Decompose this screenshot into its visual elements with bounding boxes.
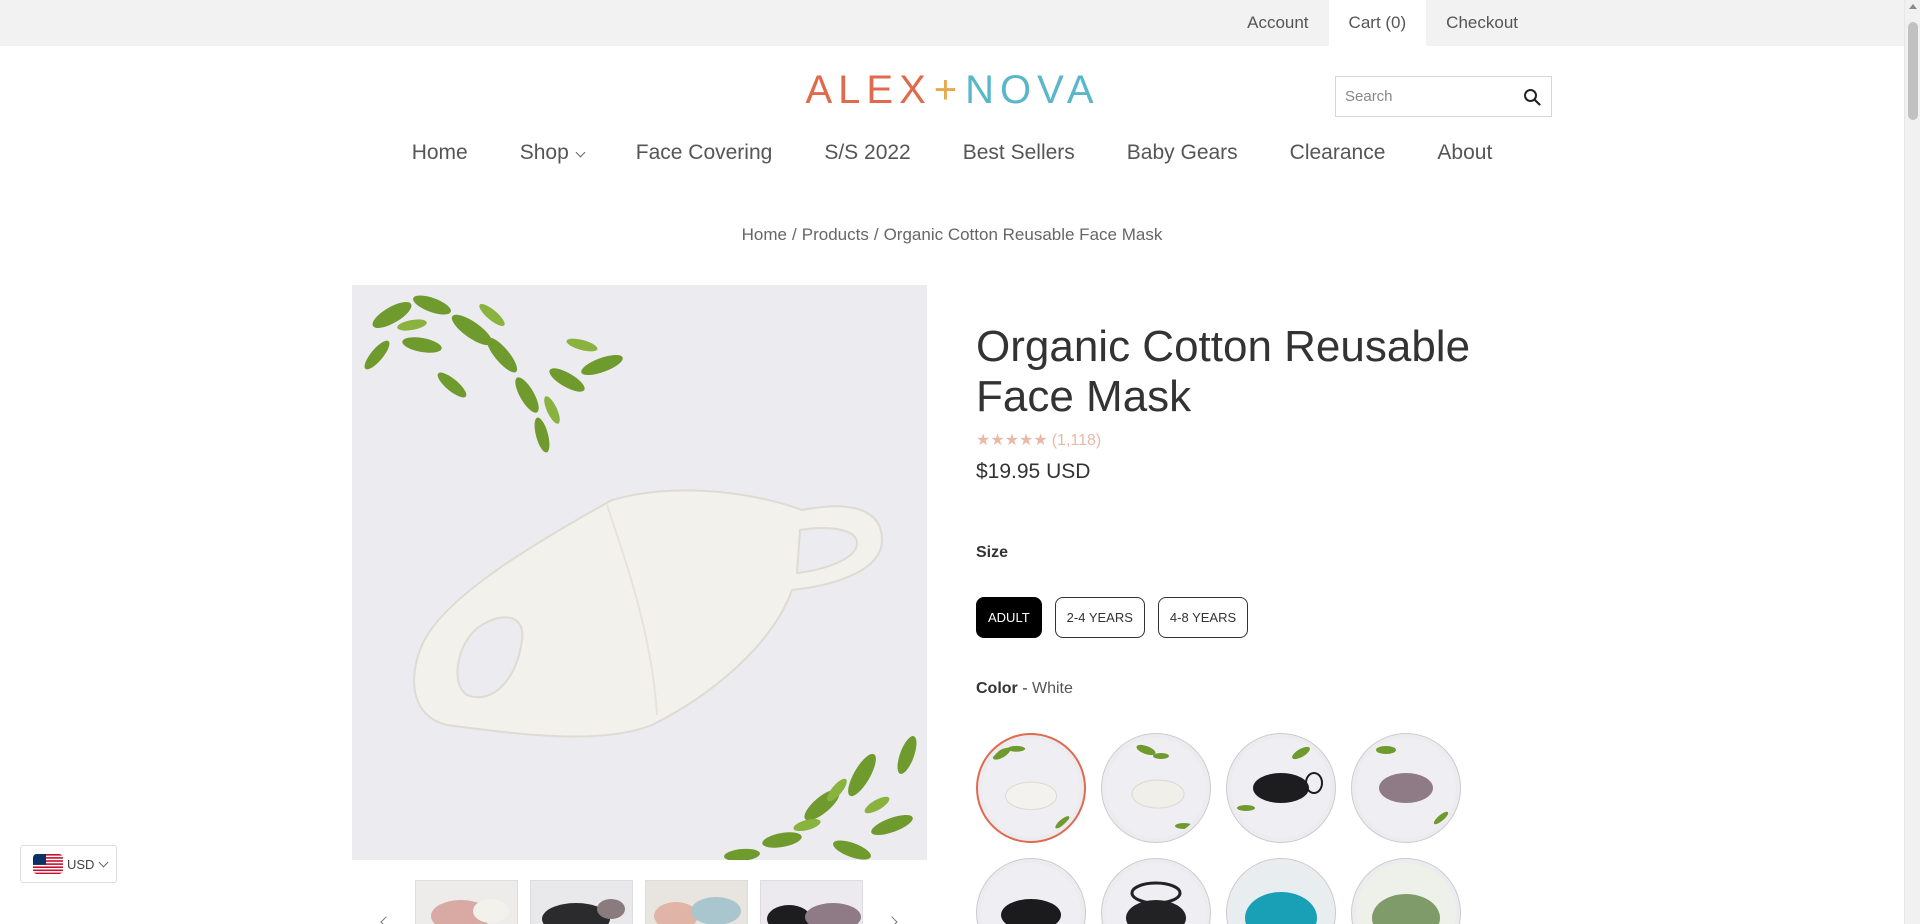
nav-item-face-covering[interactable]: Face Covering [610,138,799,168]
nav-label: Face Covering [635,141,773,164]
chevron-down-icon [99,857,109,867]
logo-text-nova: NOVA [965,67,1100,112]
swatch-green[interactable] [1351,858,1461,924]
chevron-down-icon [575,147,586,157]
swatch-mauve[interactable] [1351,733,1461,843]
search-icon[interactable] [1523,88,1541,106]
search-input[interactable] [1336,77,1516,116]
size-option-4-8-years[interactable]: 4-8 YEARS [1157,597,1249,638]
breadcrumb-products[interactable]: Products [802,225,869,244]
thumbnail-mixed[interactable] [645,880,748,924]
thumbnail-strip [370,880,910,924]
nav-item-best-sellers[interactable]: Best Sellers [937,138,1101,168]
account-link[interactable]: Account [1227,0,1328,46]
color-value: White [1032,680,1073,697]
nav-item-shop[interactable]: Shop [494,138,610,168]
rating-count[interactable]: (1,118) [1052,432,1102,450]
rating-stars: ★ ★ ★ ★ ★ [976,433,1048,449]
swatch-black-2[interactable] [976,858,1086,924]
store-logo[interactable]: ALEX + NOVA [800,68,1105,112]
star-icon: ★ [1019,432,1034,449]
breadcrumb: Home / Products / Organic Cotton Reusable Fa… [0,225,1904,245]
size-option-2-4-years[interactable]: 2-4 YEARS [1054,597,1145,638]
breadcrumb-current: Organic Cotton Reusable Face Mask [883,225,1163,244]
swatch-black[interactable] [1226,733,1336,843]
swatch-white-1[interactable] [976,733,1086,843]
star-icon: ★ [976,432,991,449]
size-options: ADULT 2-4 YEARS 4-8 YEARS [976,597,1249,638]
color-label: Color - White [976,680,1073,698]
color-separator: - [1017,680,1032,697]
nav-label: About [1437,141,1493,164]
breadcrumb-separator: / [792,225,797,244]
nav-item-home[interactable]: Home [386,138,494,168]
swatch-white-2[interactable] [1101,733,1211,843]
nav-label: Clearance [1289,141,1386,164]
currency-selector[interactable]: USD [20,845,117,883]
nav-label: Baby Gears [1126,141,1238,164]
cart-link[interactable]: Cart (0) [1328,0,1427,46]
logo-plus: + [933,67,964,112]
swatch-black-3[interactable] [1101,858,1211,924]
product-rating[interactable]: ★ ★ ★ ★ ★ (1,118) [976,432,1101,450]
us-flag-icon [33,854,63,874]
thumbnail-black[interactable] [530,880,633,924]
top-utility-bar: Account Cart (0) Checkout [0,0,1904,46]
swatch-teal[interactable] [1226,858,1336,924]
nav-label: Home [411,141,468,164]
color-label-title: Color [976,680,1018,697]
main-nav: Home Shop Face Covering S/S 2022 Best Se… [0,138,1904,168]
product-price: $19.95 USD [976,460,1091,483]
checkout-link[interactable]: Checkout [1426,0,1538,46]
breadcrumb-home[interactable]: Home [742,225,787,244]
page-scrollbar[interactable] [1904,0,1920,924]
nav-item-ss-2022[interactable]: S/S 2022 [798,138,936,168]
nav-item-baby-gears[interactable]: Baby Gears [1101,138,1264,168]
logo-text-alex: ALEX [805,67,932,112]
star-icon: ★ [1033,432,1048,449]
nav-label: Shop [519,141,569,164]
nav-item-about[interactable]: About [1411,138,1518,168]
face-mask-photo [352,285,927,860]
scrollbar-thumb[interactable] [1908,22,1918,120]
thumbnail-pink[interactable] [415,880,518,924]
scroll-up-arrow[interactable] [1909,4,1917,9]
product-main-image[interactable] [352,285,927,860]
size-option-adult[interactable]: ADULT [976,597,1042,638]
nav-label: Best Sellers [962,141,1075,164]
nav-item-clearance[interactable]: Clearance [1264,138,1412,168]
nav-label: S/S 2022 [824,141,911,164]
account-links: Account Cart (0) Checkout [1227,0,1538,46]
size-label: Size [976,544,1009,561]
product-title: Organic Cotton Reusable Face Mask [976,322,1471,421]
breadcrumb-separator: / [873,225,879,244]
search-box [1335,76,1552,117]
thumbnail-purple[interactable] [760,880,863,924]
star-icon: ★ [990,432,1005,449]
currency-code: USD [67,856,95,872]
star-icon: ★ [1004,432,1020,449]
